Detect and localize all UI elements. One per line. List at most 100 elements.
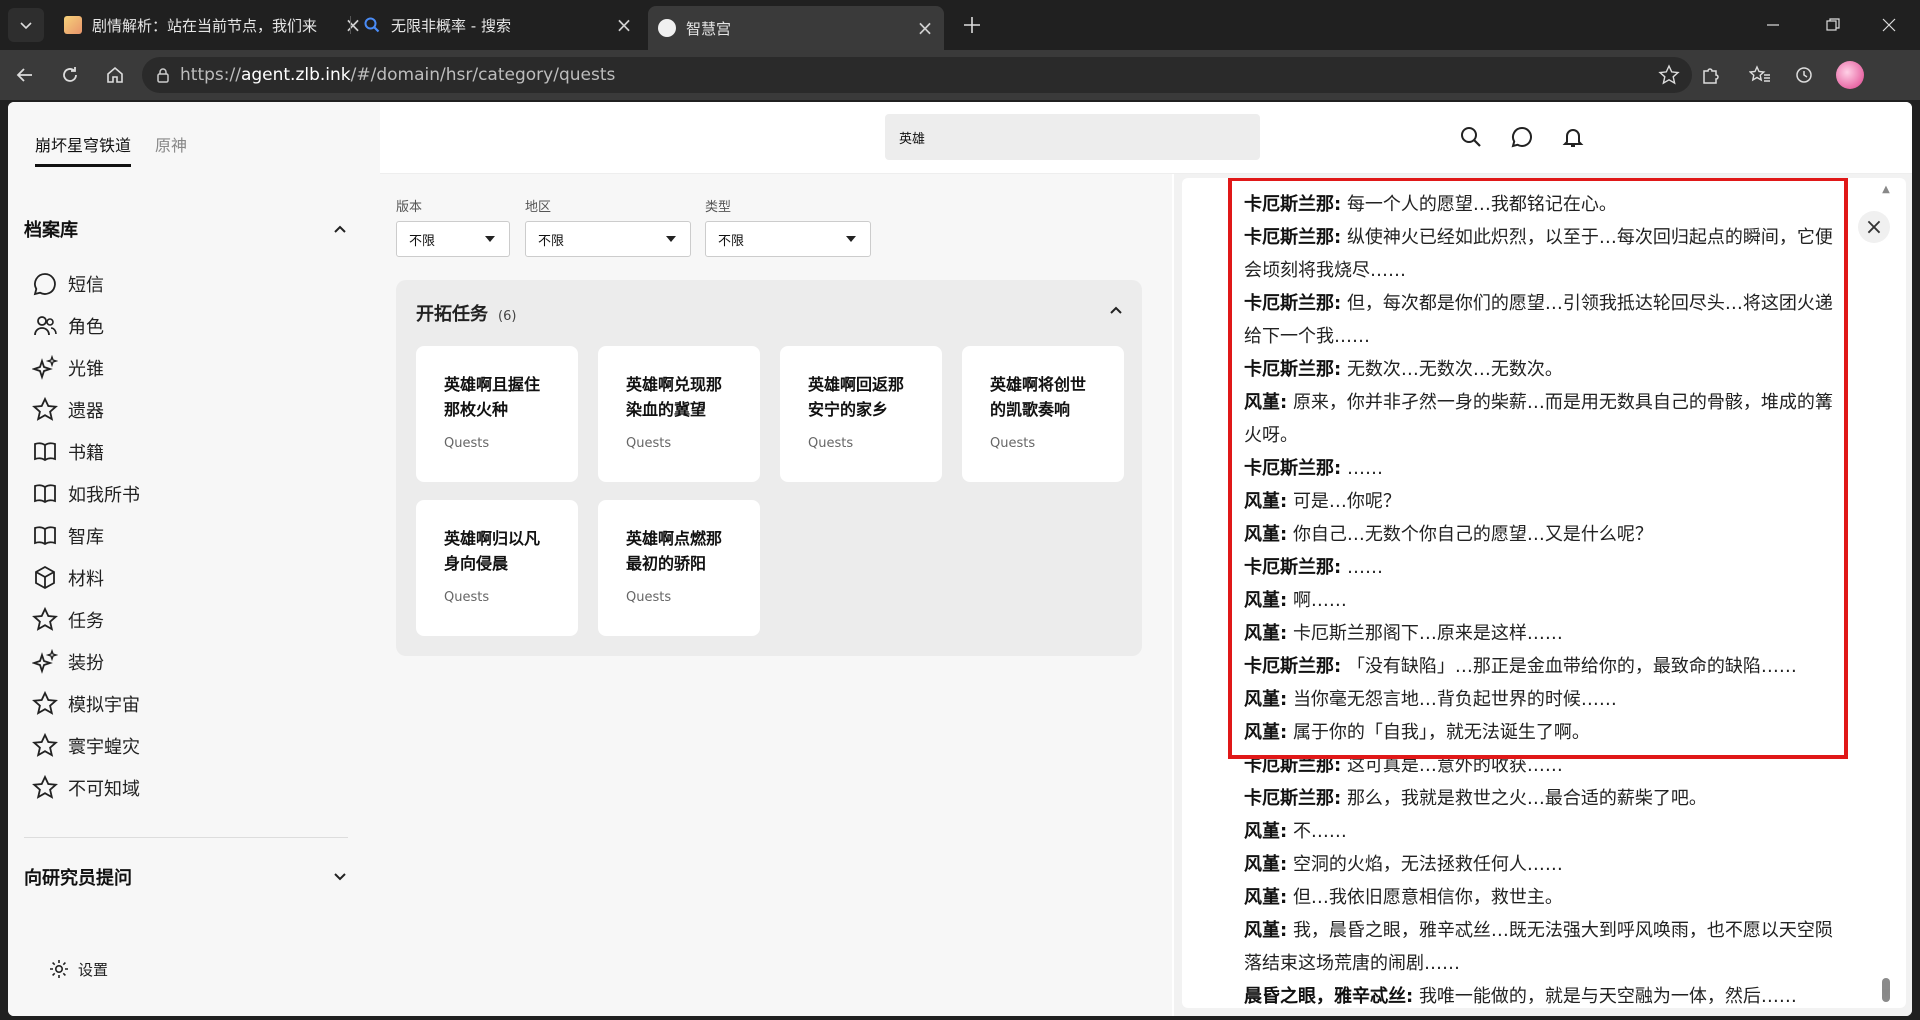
quest-card-category: Quests [808,436,854,451]
sidebar-item-unknowable-domain[interactable]: 不可知域 [32,767,140,809]
restore-button[interactable] [1810,0,1856,50]
speaker-name: 风堇: [1244,920,1288,941]
sparkles-icon [32,355,58,380]
window-close-button[interactable] [1866,0,1912,50]
tab-title: 智慧宫 [686,19,732,38]
sidebar-item-label: 遗器 [68,401,104,422]
sidebar-item-outfits[interactable]: 装扮 [32,641,140,683]
dialogue-text: 不…… [1292,821,1347,842]
quest-card-title: 英雄啊兑现那染血的冀望 [626,375,723,419]
notifications-button[interactable] [1560,124,1586,150]
sidebar-item-characters[interactable]: 角色 [32,305,140,347]
sidebar-item-messages[interactable]: 短信 [32,263,140,305]
search-input[interactable] [885,114,1260,160]
close-tab-icon[interactable]: × [615,13,633,37]
ask-researcher-section-header[interactable]: 向研究员提问 [24,864,348,890]
quest-card[interactable]: 英雄啊归以凡身向侵晨 Quests [416,500,578,636]
home-button[interactable] [101,61,129,89]
filter-label: 类型 [705,200,732,215]
game-tab-hsr[interactable]: 崩坏星穹铁道 [35,132,132,167]
back-button[interactable] [11,61,39,89]
filter-version: 版本 不限 [396,196,510,257]
caret-down-icon [846,236,856,242]
sidebar-item-simulated-universe[interactable]: 模拟宇宙 [32,683,140,725]
search-favicon-icon [364,17,380,33]
settings-button[interactable]: 设置 [48,958,108,980]
sidebar-item-as-i-write[interactable]: 如我所书 [32,473,140,515]
cube-icon [35,565,55,590]
sidebar-item-quests[interactable]: 任务 [32,599,140,641]
new-tab-button[interactable] [957,10,987,40]
sidebar-item-swarm-disaster[interactable]: 寰宇蝗灾 [32,725,140,767]
collapse-button[interactable] [1108,302,1124,322]
profile-avatar[interactable] [1836,61,1864,89]
sparkles-icon [32,649,58,674]
sidebar-item-materials[interactable]: 材料 [32,557,140,599]
sidebar-item-relics[interactable]: 遗器 [32,389,140,431]
version-select[interactable]: 不限 [396,221,510,257]
quest-card[interactable]: 英雄啊兑现那染血的冀望 Quests [598,346,760,482]
arrow-left-icon [16,68,32,82]
minimize-button[interactable] [1750,0,1796,50]
dialogue-line: 风堇: 不…… [1244,815,1834,848]
sidebar-item-label: 模拟宇宙 [68,695,140,716]
browser-tab-1[interactable]: 剧情解析：站在当前节点，我们来 × [54,6,372,44]
quest-card[interactable]: 英雄啊回返那安宁的家乡 Quests [780,346,942,482]
quest-card-category: Quests [990,436,1036,451]
reload-icon [63,67,77,82]
quest-group-title: 开拓任务 (6) [416,300,516,326]
select-value: 不限 [718,233,745,249]
sidebar-item-label: 材料 [68,569,104,590]
sidebar-item-books[interactable]: 书籍 [32,431,140,473]
chat-bubble-icon [33,273,56,296]
quest-card[interactable]: 英雄啊且握住那枚火种 Quests [416,346,578,482]
favorites-icon [1749,65,1770,82]
quest-card-category: Quests [626,436,672,451]
chat-bubble-icon [1511,126,1532,148]
browser-tab-3-active[interactable]: 智慧宫 × [648,6,944,50]
dialogue-text: 我，晨昏之眼，雅辛忒丝…既无法强大到呼风唤雨，也不愿以天空陨落结束这场荒唐的闹剧… [1244,920,1833,974]
favorite-star-icon[interactable] [1658,64,1680,86]
url-field[interactable]: https://agent.zlb.ink/#/domain/hsr/categ… [142,57,1692,93]
puzzle-icon [1703,68,1719,84]
quest-card-title: 英雄啊将创世的凯歌奏响 [990,375,1087,419]
quest-card[interactable]: 英雄啊点燃那最初的骄阳 Quests [598,500,760,636]
archive-section-header[interactable]: 档案库 [24,216,348,242]
quest-card[interactable]: 英雄啊将创世的凯歌奏响 Quests [962,346,1124,482]
extensions-button[interactable] [1696,61,1724,89]
close-detail-button[interactable]: × [1858,211,1890,243]
lock-icon [157,68,169,83]
highlight-box [1228,178,1848,759]
address-bar-row: https://agent.zlb.ink/#/domain/hsr/categ… [0,50,1920,100]
speaker-name: 晨昏之眼，雅辛忒丝: [1244,986,1414,1007]
scroll-up-arrow[interactable]: ▲ [1880,184,1892,195]
close-tab-icon[interactable]: × [916,16,934,40]
history-button[interactable] [1790,61,1818,89]
dialogue-text: 我唯一能做的，就是与天空融为一体，然后…… [1418,986,1797,1007]
dialogue-line: 风堇: 但…我依旧愿意相信你，救世主。 [1244,881,1834,914]
search-button[interactable] [1458,124,1484,150]
game-tab-genshin[interactable]: 原神 [155,132,187,167]
speaker-name: 风堇: [1244,887,1288,908]
tab-actions-menu-button[interactable] [8,8,44,42]
url-text: https://agent.zlb.ink/#/domain/hsr/categ… [180,65,615,85]
settings-label: 设置 [78,960,109,979]
browser-tab-2[interactable]: 无限非概率 - 搜索 × [353,6,643,44]
chat-button[interactable] [1509,124,1535,150]
people-icon [34,316,57,336]
chevron-down-icon [20,22,32,30]
sidebar-item-light-cones[interactable]: 光锥 [32,347,140,389]
sidebar-item-think-tank[interactable]: 智库 [32,515,140,557]
minimize-icon [1767,24,1779,26]
dialogue-transcript[interactable]: 卡厄斯兰那: 每一个人的愿望…我都铭记在心。 卡厄斯兰那: 纵使神火已经如此炽烈，… [1182,178,1906,1008]
type-select[interactable]: 不限 [705,221,871,257]
quest-card-title: 英雄啊归以凡身向侵晨 [444,529,541,573]
dialogue-text: 那么，我就是救世之火…最合适的薪柴了吧。 [1346,788,1707,809]
reload-button[interactable] [56,61,84,89]
filter-type: 类型 不限 [705,196,871,257]
region-select[interactable]: 不限 [525,221,691,257]
filter-label: 地区 [525,200,552,215]
scroll-down-arrow[interactable]: ▼ [1880,988,1892,999]
favorites-button[interactable] [1746,61,1774,89]
chevron-up-icon [334,225,346,233]
